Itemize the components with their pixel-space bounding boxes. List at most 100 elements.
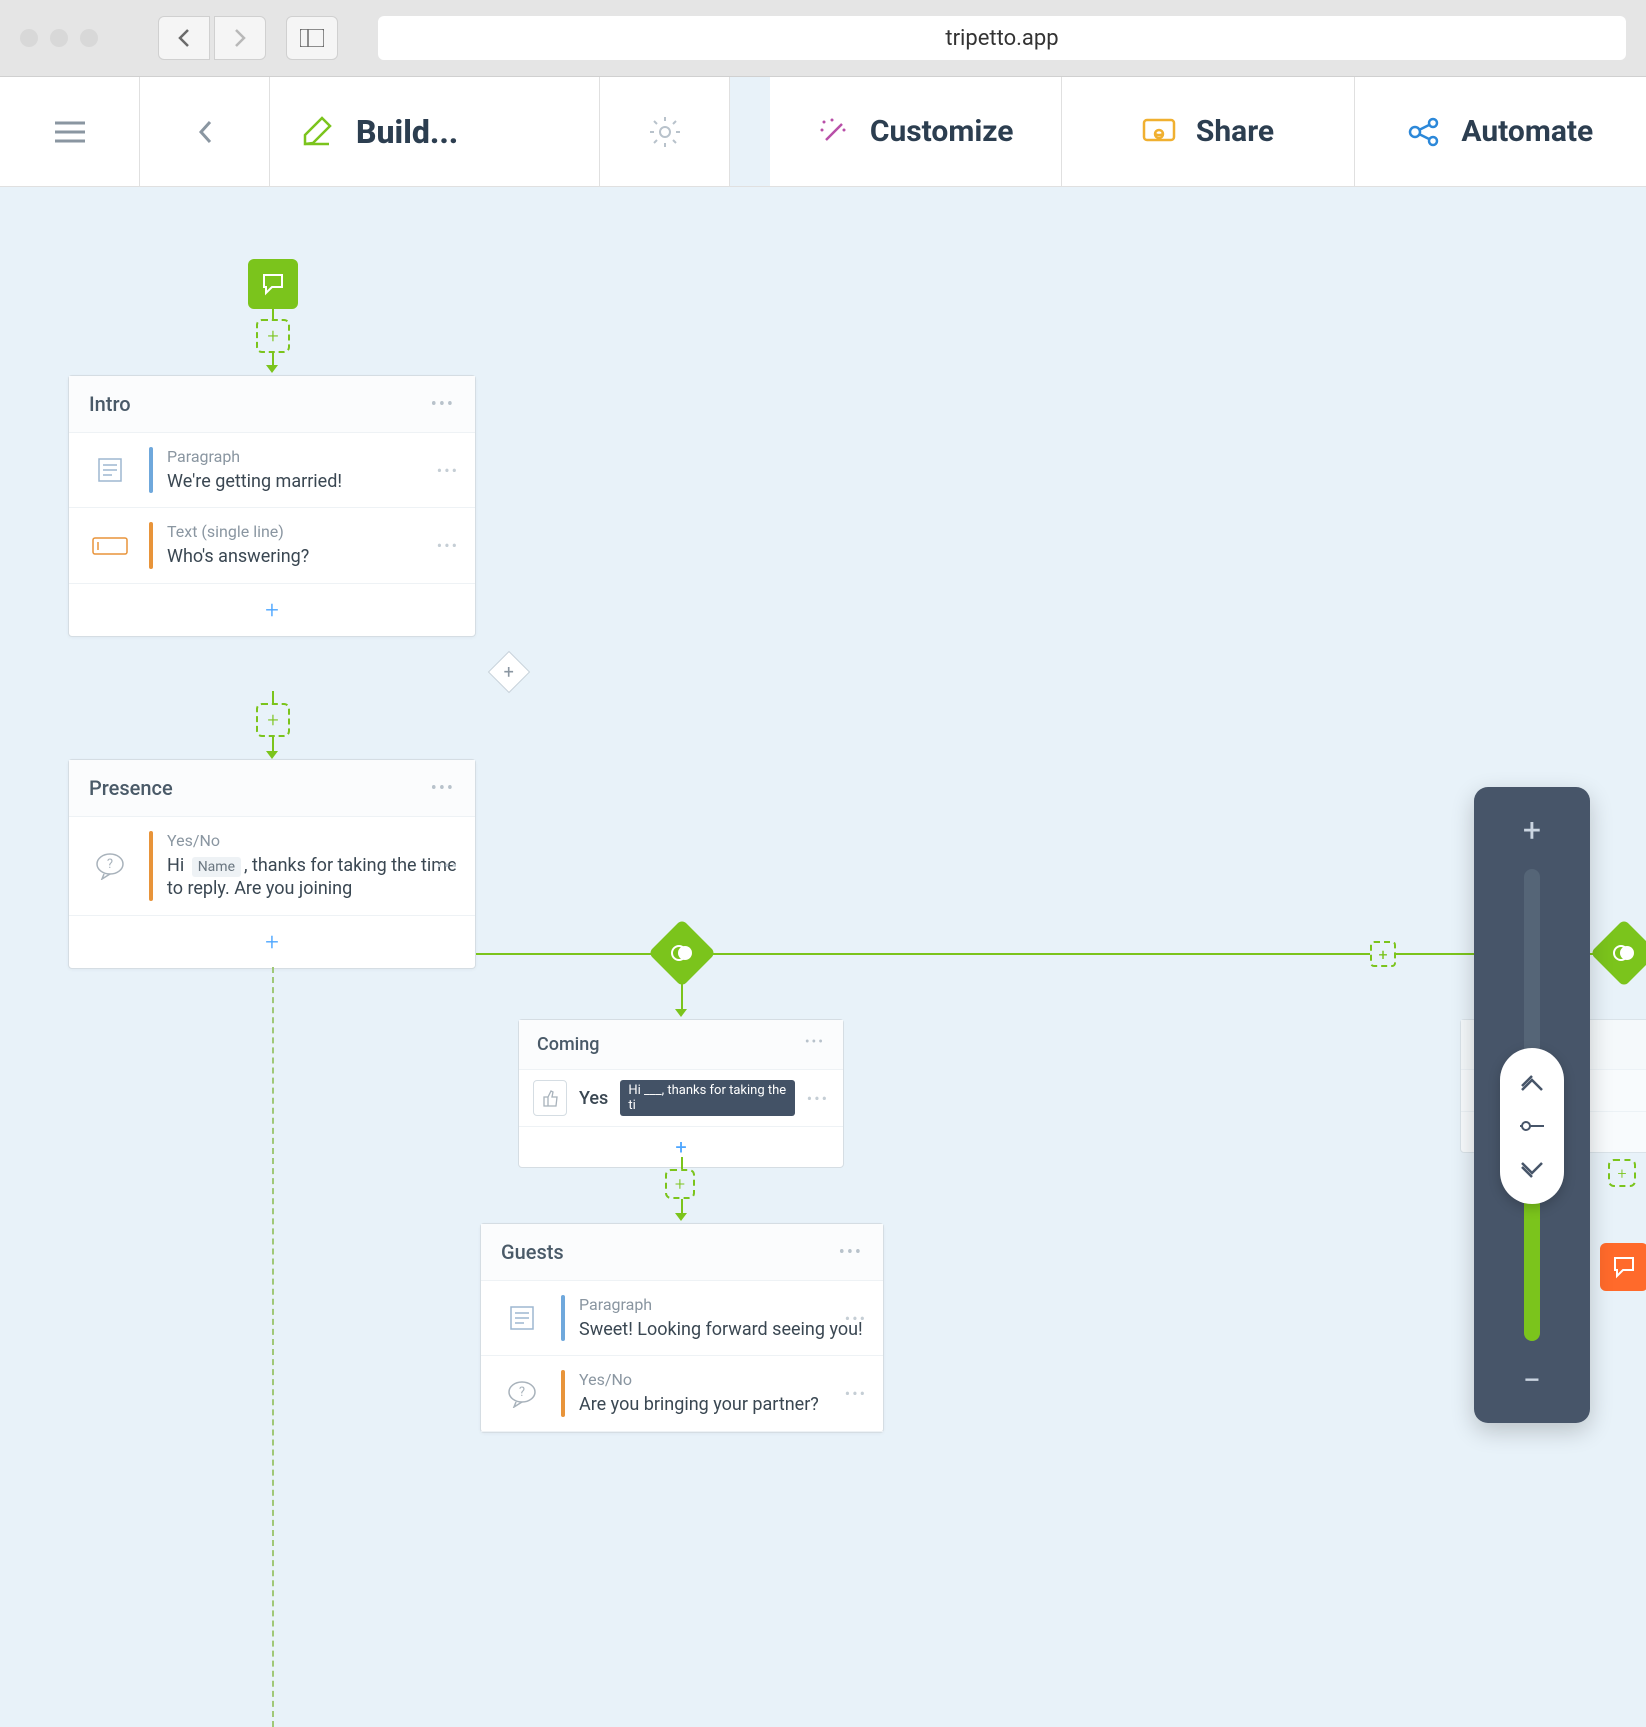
arrow-icon xyxy=(266,365,278,373)
block-row[interactable]: ? Yes/No Hi Name, thanks for taking the … xyxy=(69,817,475,916)
start-node[interactable] xyxy=(248,259,298,309)
nav-forward-button[interactable] xyxy=(214,16,266,60)
block-text: Hi Name, thanks for taking the time to r… xyxy=(167,854,459,901)
section-presence[interactable]: Presence ••• ? Yes/No Hi Name, thanks fo… xyxy=(68,759,476,969)
block-menu-button[interactable]: ••• xyxy=(437,536,459,555)
thumbs-up-icon xyxy=(533,1080,567,1116)
block-menu-button[interactable]: ••• xyxy=(845,1309,867,1328)
condition-icon xyxy=(1611,940,1637,966)
section-title: Intro xyxy=(89,392,131,416)
add-branch-button[interactable]: + xyxy=(488,651,530,693)
condition-menu-button[interactable]: ••• xyxy=(805,1034,825,1055)
chat-icon xyxy=(260,271,286,297)
text-input-icon xyxy=(92,537,128,555)
hamburger-icon xyxy=(55,121,85,143)
tab-automate[interactable]: Automate xyxy=(1355,77,1646,186)
section-header[interactable]: Presence ••• xyxy=(69,760,475,817)
paragraph-icon xyxy=(508,1304,536,1332)
add-node-button[interactable]: + xyxy=(665,1169,695,1199)
branch-node[interactable] xyxy=(1590,919,1646,987)
arrow-icon xyxy=(266,751,278,759)
block-row[interactable]: Text (single line) Who's answering? ••• xyxy=(69,508,475,583)
settings-button[interactable] xyxy=(600,77,730,186)
connector xyxy=(681,1199,683,1213)
zoom-handle[interactable] xyxy=(1500,1048,1564,1204)
block-menu-button[interactable]: ••• xyxy=(437,461,459,480)
zoom-in-button[interactable]: + xyxy=(1523,811,1541,849)
svg-text:?: ? xyxy=(107,857,113,872)
add-block-button[interactable]: + xyxy=(69,916,475,968)
tab-share[interactable]: Share xyxy=(1062,77,1354,186)
section-header[interactable]: Guests ••• xyxy=(481,1224,883,1281)
block-text: Sweet! Looking forward seeing you! xyxy=(579,1318,867,1341)
minimize-dot[interactable] xyxy=(50,29,68,47)
condition-title: Coming xyxy=(537,1034,599,1055)
block-row[interactable]: Paragraph Sweet! Looking forward seeing … xyxy=(481,1281,883,1356)
add-node-button[interactable]: + xyxy=(256,703,290,737)
block-type: Paragraph xyxy=(579,1295,867,1314)
automate-label: Automate xyxy=(1461,114,1593,149)
slider-icon xyxy=(1518,1119,1546,1133)
add-branch-button[interactable]: + xyxy=(1370,941,1396,967)
section-menu-button[interactable]: ••• xyxy=(839,1242,863,1263)
block-text: We're getting married! xyxy=(167,470,459,493)
section-title: Presence xyxy=(89,776,173,800)
chevron-right-icon xyxy=(233,28,247,48)
condition-header[interactable]: Coming ••• xyxy=(519,1020,843,1070)
tab-customize[interactable]: Customize xyxy=(770,77,1062,186)
connector-dashed xyxy=(272,967,274,1727)
zoom-out-button[interactable]: − xyxy=(1523,1361,1541,1399)
accent-bar xyxy=(149,522,153,568)
accent-bar xyxy=(149,831,153,901)
block-type: Yes/No xyxy=(167,831,459,850)
section-header[interactable]: Intro ••• xyxy=(69,376,475,433)
block-type: Text (single line) xyxy=(167,522,459,541)
build-label: Build... xyxy=(356,113,458,151)
tab-build[interactable]: Build... xyxy=(270,77,600,186)
automate-icon xyxy=(1407,115,1441,149)
toolbar-back-button[interactable] xyxy=(140,77,270,186)
condition-row-menu[interactable]: ••• xyxy=(807,1089,829,1108)
accent-bar xyxy=(561,1370,565,1416)
arrow-icon xyxy=(675,1213,687,1221)
end-node[interactable] xyxy=(1600,1243,1646,1291)
block-menu-button[interactable]: ••• xyxy=(437,856,459,875)
share-icon xyxy=(1142,118,1176,146)
build-icon xyxy=(300,115,334,149)
zoom-track[interactable] xyxy=(1524,869,1540,1341)
condition-row[interactable]: Yes Hi ___, thanks for taking the ti ••• xyxy=(519,1070,843,1127)
condition-badge: Hi ___, thanks for taking the ti xyxy=(620,1080,794,1116)
arrow-icon xyxy=(675,1009,687,1017)
question-icon: ? xyxy=(506,1380,538,1408)
close-dot[interactable] xyxy=(20,29,38,47)
panel-icon xyxy=(300,29,324,47)
accent-bar xyxy=(561,1295,565,1341)
nav-back-button[interactable] xyxy=(158,16,210,60)
section-intro[interactable]: Intro ••• Paragraph We're getting marrie… xyxy=(68,375,476,637)
block-row[interactable]: ? Yes/No Are you bringing your partner? … xyxy=(481,1356,883,1431)
connector xyxy=(681,977,683,1009)
block-row[interactable]: Paragraph We're getting married! ••• xyxy=(69,433,475,508)
block-text: Are you bringing your partner? xyxy=(579,1393,867,1416)
condition-coming[interactable]: Coming ••• Yes Hi ___, thanks for taking… xyxy=(518,1019,844,1168)
paragraph-icon xyxy=(96,456,124,484)
menu-button[interactable] xyxy=(0,77,140,186)
section-guests[interactable]: Guests ••• Paragraph Sweet! Looking forw… xyxy=(480,1223,884,1433)
add-node-button[interactable]: + xyxy=(1608,1159,1636,1187)
add-block-button[interactable]: + xyxy=(69,584,475,636)
condition-icon xyxy=(669,940,695,966)
maximize-dot[interactable] xyxy=(80,29,98,47)
chevron-up-icon xyxy=(1518,1074,1546,1092)
section-menu-button[interactable]: ••• xyxy=(431,394,455,415)
wand-icon xyxy=(818,116,850,148)
zoom-panel: + − xyxy=(1474,787,1590,1423)
sidebar-toggle-button[interactable] xyxy=(286,16,338,60)
chevron-left-icon xyxy=(197,119,213,145)
connector xyxy=(272,353,274,365)
add-node-button[interactable]: + xyxy=(256,319,290,353)
block-type: Yes/No xyxy=(579,1370,867,1389)
section-menu-button[interactable]: ••• xyxy=(431,778,455,799)
block-menu-button[interactable]: ••• xyxy=(845,1384,867,1403)
url-bar[interactable]: tripetto.app xyxy=(378,16,1626,60)
flow-canvas[interactable]: + Intro ••• Paragraph We're getting marr… xyxy=(0,187,1646,1524)
